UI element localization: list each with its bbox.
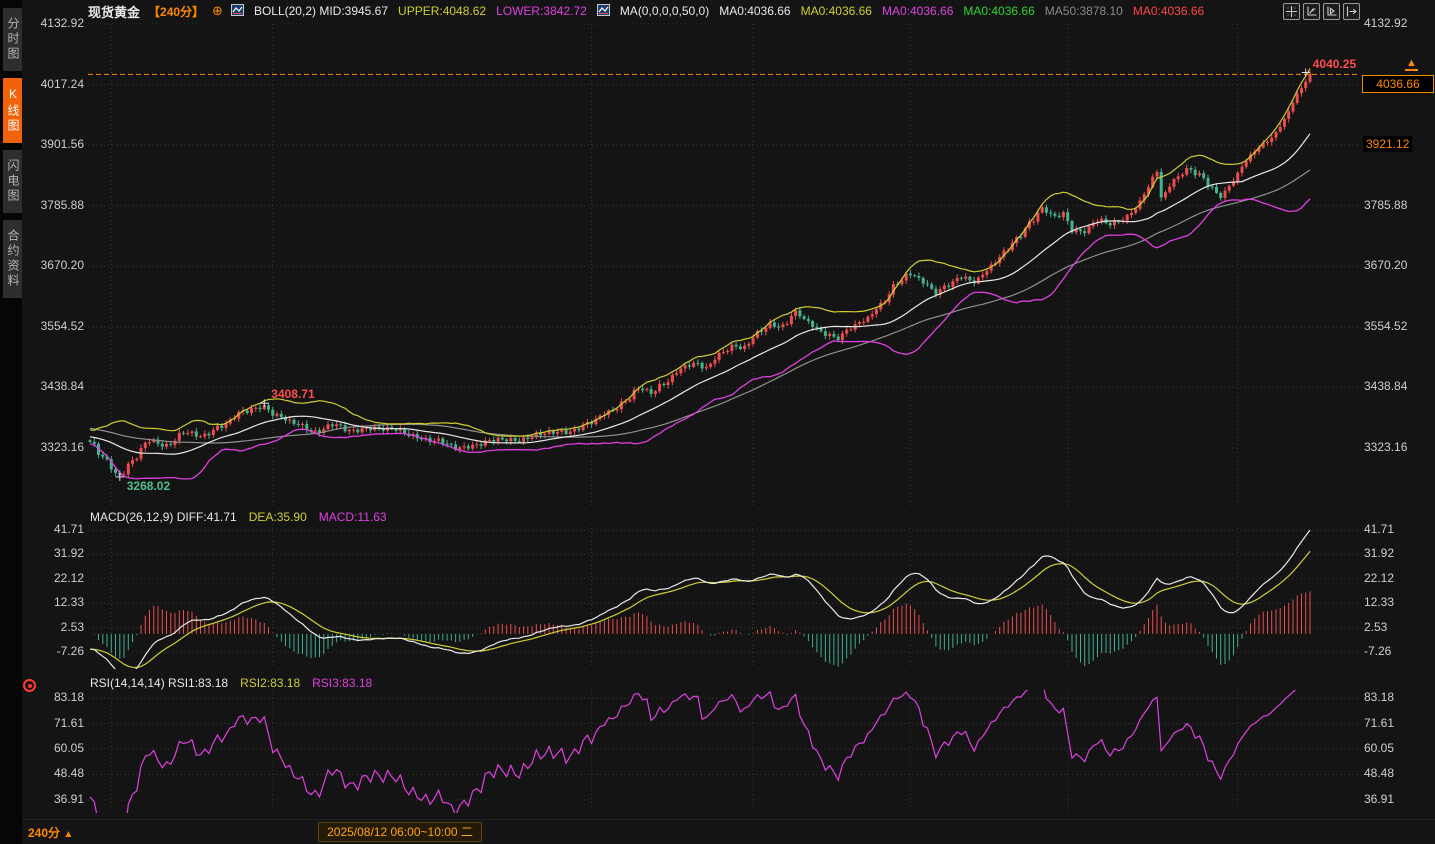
indicator-value: MA0:4036.66 (801, 4, 872, 18)
rsi-indicator-value: RSI2:83.18 (240, 676, 300, 690)
pan-exit-icon[interactable] (1343, 3, 1360, 20)
sidebar-tab-contract-info[interactable]: 合约资料 (3, 220, 22, 298)
indicator-value: LOWER:3842.72 (496, 4, 587, 18)
rsi-indicator-value: RSI3:83.18 (312, 676, 372, 690)
playback-icon[interactable] (1323, 3, 1340, 20)
sidebar: 分时图 K线图 闪电图 合约资料 (0, 0, 22, 844)
add-indicator-icon[interactable]: ⊕ (212, 5, 223, 17)
time-axis-bar: 240分 ▲ 2025/08/12 06:00~10:00 二 (0, 819, 1435, 844)
indicator-value: MA0:4036.66 (963, 4, 1034, 18)
indicator-chart-icon[interactable] (231, 4, 244, 19)
indicator-value: UPPER:4048.62 (398, 4, 486, 18)
macd-label-row: MACD(26,12,9) DIFF:41.71 DEA:35.90 MACD:11… (90, 510, 387, 524)
indicator-readout: BOLL(20,2) MID:3945.67 UPPER:4048.62 LOWER… (231, 4, 1204, 19)
axis-scale-icon[interactable] (1303, 3, 1320, 20)
crosshair-icon[interactable] (1283, 3, 1300, 20)
indicator-value: MA0:4036.66 (719, 4, 790, 18)
indicator-value: MA(0,0,0,0,50,0) (620, 4, 709, 18)
macd-indicator-value: MACD(26,12,9) DIFF:41.71 (90, 510, 237, 524)
alert-indicator-icon (23, 679, 36, 692)
last-price-badge: 4036.66 (1362, 75, 1434, 93)
scroll-to-latest-icon[interactable]: ▲ (1405, 58, 1418, 71)
symbol-name: 现货黄金 (88, 2, 140, 21)
chart-toolbar (1283, 3, 1360, 20)
indicator-chart-icon[interactable] (597, 4, 610, 19)
sidebar-tab-lightning[interactable]: 闪电图 (3, 150, 22, 213)
macd-indicator-value: MACD:11.63 (319, 510, 387, 524)
macd-indicator-value: DEA:35.90 (249, 510, 307, 524)
period-selector[interactable]: 240分 ▲ (28, 824, 73, 841)
indicator-value: MA0:4036.66 (882, 4, 953, 18)
period-tag: 【240分】 (148, 3, 204, 20)
chart-canvas[interactable] (0, 0, 1435, 844)
chart-header: 现货黄金 【240分】 ⊕ BOLL(20,2) MID:3945.67 UPPE… (22, 0, 1435, 22)
indicator-value: BOLL(20,2) MID:3945.67 (254, 4, 388, 18)
price-level-label: 3921.12 (1363, 136, 1412, 152)
chevron-up-icon: ▲ (63, 829, 73, 840)
rsi-indicator-value: RSI(14,14,14) RSI1:83.18 (90, 676, 228, 690)
indicator-value: MA50:3878.10 (1045, 4, 1123, 18)
rsi-label-row: RSI(14,14,14) RSI1:83.18 RSI2:83.18 RSI3:8… (90, 676, 372, 690)
indicator-value: MA0:4036.66 (1133, 4, 1204, 18)
trading-terminal: 分时图 K线图 闪电图 合约资料 现货黄金 【240分】 ⊕ BOLL(20,2… (0, 0, 1435, 844)
sidebar-tab-kline[interactable]: K线图 (3, 78, 22, 143)
crosshair-date-tooltip: 2025/08/12 06:00~10:00 二 (318, 822, 482, 842)
sidebar-tab-time-chart[interactable]: 分时图 (3, 8, 22, 71)
